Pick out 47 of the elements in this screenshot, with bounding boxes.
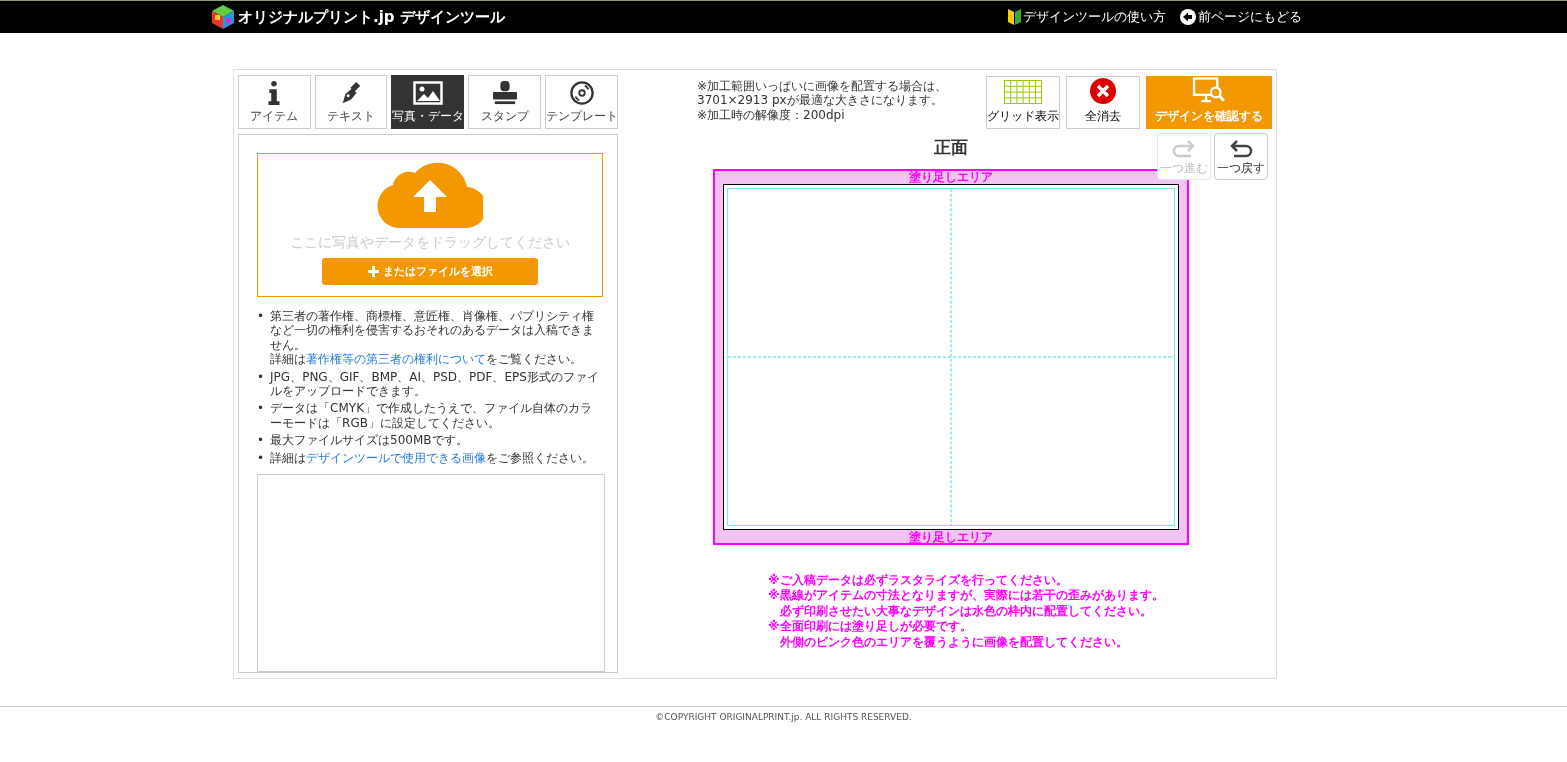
tool-tab[interactable]: スタンプ: [468, 75, 541, 129]
rule-text: 第三者の著作権、商標権、意匠権、肖像権、パブリシティ権など一切の権利を侵害するおそれのあるデータは入稿できません。 詳細は著作権等の第三者の権利についてをご覧ください。: [270, 309, 596, 367]
header-link[interactable]: 前ページにもどる: [1180, 7, 1302, 27]
undo-button[interactable]: 一つ戻す: [1214, 133, 1268, 180]
plus-icon: [367, 266, 379, 278]
warning-note: 必ず印刷させたい大事なデザインは水色の枠内に配置してください。: [779, 603, 1153, 619]
info-icon: [267, 81, 282, 105]
rule-text: データは「CMYK」で作成したうえで、ファイル自体のカラーモードは「RGB」に設定してください。: [270, 401, 593, 431]
grid-icon: [1004, 80, 1042, 104]
bullet: •: [257, 433, 265, 448]
rule-text: 最大ファイルサイズは500MBです。: [270, 433, 468, 448]
side-title: 正面: [934, 137, 968, 157]
copyright: ©COPYRIGHT ORIGINALPRINT.jp. ALL RIGHTS RESERVED.: [655, 712, 912, 722]
bullet: •: [257, 401, 265, 418]
tool-tab[interactable]: 写真・データ: [391, 75, 465, 129]
warning-note: ※全面印刷には塗り足しが必要です。: [768, 619, 973, 635]
close-circle-icon: [1090, 78, 1116, 104]
warning-note: ※黒線がアイテムの寸法となりますが、実際には若干の歪みがあります。: [768, 588, 1165, 604]
disc-icon: [569, 81, 594, 105]
warning-note: 外側のピンク色のエリアを覆うように画像を配置してください。: [779, 634, 1129, 650]
warning-note: ※ご入稿データは必ずラスタライズを行ってください。: [768, 572, 1069, 588]
image-icon: [412, 81, 443, 105]
bleed-label: 塗り足しエリア: [909, 530, 993, 543]
monitor-search-icon: [1192, 77, 1226, 104]
rule-link[interactable]: 著作権等の第三者の権利について: [306, 352, 487, 367]
info-note: 3701×2913 pxが最適な大きさになります。: [697, 93, 944, 108]
grid-toggle-button[interactable]: グリッド表示: [986, 76, 1060, 129]
clear-all-button[interactable]: 全消去: [1066, 76, 1140, 129]
beginner-mark-icon: [1008, 9, 1021, 25]
info-note: ※加工範囲いっぱいに画像を配置する場合は、: [697, 79, 948, 94]
redo-arrow-icon: [1171, 139, 1197, 159]
cloud-upload-icon: [377, 162, 483, 228]
tool-tab[interactable]: テンプレート: [545, 75, 618, 129]
header-link[interactable]: デザインツールの使い方: [1008, 7, 1166, 27]
tool-tab[interactable]: テキスト: [314, 75, 388, 129]
bullet: •: [257, 309, 265, 325]
logo-text: オリジナルプリント.jp デザインツール: [238, 6, 505, 28]
undo-arrow-icon: [1228, 139, 1254, 159]
logo-cube-icon: [212, 5, 234, 29]
rule-link[interactable]: デザインツールで使用できる画像: [306, 450, 487, 465]
bleed-label: 塗り足しエリア: [909, 170, 993, 183]
bullet: •: [257, 450, 265, 465]
rule-text: JPG、PNG、GIF、BMP、AI、PSD、PDF、EPS形式のファイルをアップロードできます。: [270, 369, 600, 399]
rule-text: 詳細はデザインツールで使用できる画像をご参照ください。: [270, 450, 595, 465]
bullet: •: [257, 369, 265, 386]
info-note: ※加工時の解像度：200dpi: [697, 107, 846, 123]
tool-tab[interactable]: アイテム: [238, 75, 311, 129]
